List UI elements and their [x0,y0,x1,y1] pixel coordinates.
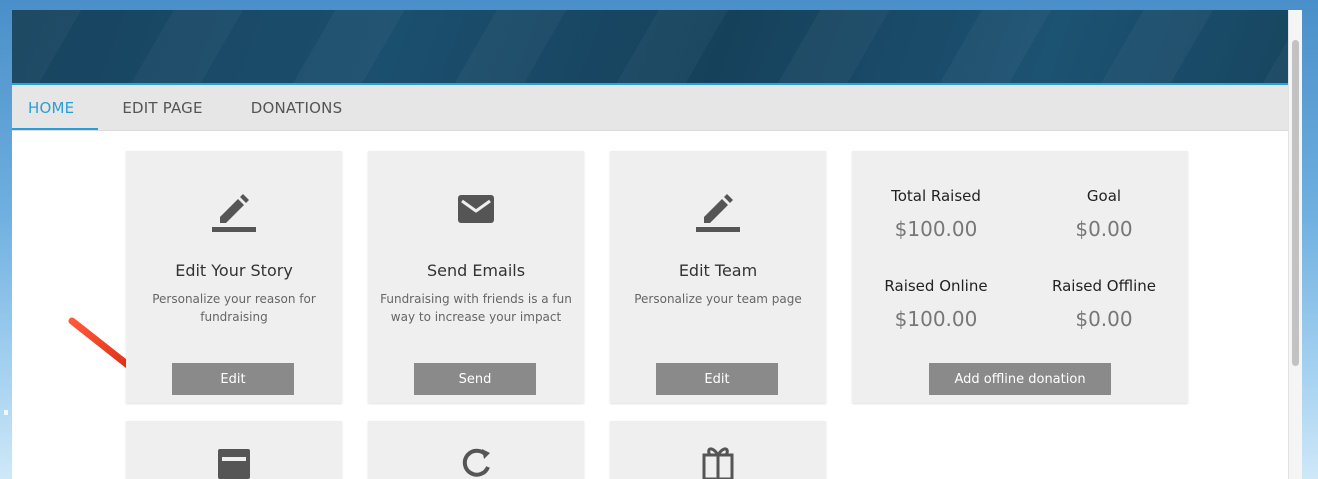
add-offline-donation-button[interactable]: Add offline donation [929,363,1111,395]
goal-value: $0.00 [1075,217,1133,241]
total-raised-label: Total Raised [891,187,981,205]
raised-offline-value: $0.00 [1075,307,1133,331]
envelope-icon [458,195,494,223]
stats-grid: Total Raised Goal $100.00 $0.00 Raised O… [852,187,1188,367]
desktop-edge-mark [4,410,8,415]
browser-window: HOME EDIT PAGE DONATIONS Edit Your Story… [12,10,1302,479]
pencil-icon [212,194,256,232]
raised-online-label: Raised Online [884,277,988,295]
send-emails-button[interactable]: Send [414,363,536,395]
card-title: Edit Team [678,261,758,280]
card-lower-2 [368,421,584,479]
card-edit-your-story: Edit Your Story Personalize your reason … [126,151,342,403]
raised-offline-label: Raised Offline [1052,277,1156,295]
calendar-icon [218,449,250,479]
edit-story-button[interactable]: Edit [172,363,294,395]
dashboard-content: Edit Your Story Personalize your reason … [12,131,1302,479]
card-fundraising-stats: Total Raised Goal $100.00 $0.00 Raised O… [852,151,1188,403]
refresh-icon [462,448,490,477]
card-edit-team: Edit Team Personalize your team page Edi… [610,151,826,403]
total-raised-value: $100.00 [894,217,978,241]
tab-donations[interactable]: DONATIONS [227,85,367,130]
header-banner [12,10,1302,85]
vertical-scrollbar[interactable] [1288,10,1302,479]
edit-team-button[interactable]: Edit [656,363,778,395]
main-tabs: HOME EDIT PAGE DONATIONS [12,85,1302,131]
goal-label: Goal [1086,187,1122,205]
pencil-icon [696,194,740,232]
card-title: Send Emails [426,261,526,280]
raised-online-value: $100.00 [894,307,978,331]
tab-edit-page[interactable]: EDIT PAGE [98,85,226,130]
card-send-emails: Send Emails Fundraising with friends is … [368,151,584,403]
tab-home[interactable]: HOME [12,85,99,130]
card-description: Personalize your reason for fundraising [152,292,316,324]
card-lower-3 [610,421,826,479]
gift-icon [702,447,734,479]
card-title: Edit Your Story [175,261,293,280]
scrollbar-thumb[interactable] [1292,40,1299,366]
card-description: Personalize your team page [634,292,802,306]
card-lower-1 [126,421,342,479]
card-description: Fundraising with friends is a fun way to… [380,292,572,324]
